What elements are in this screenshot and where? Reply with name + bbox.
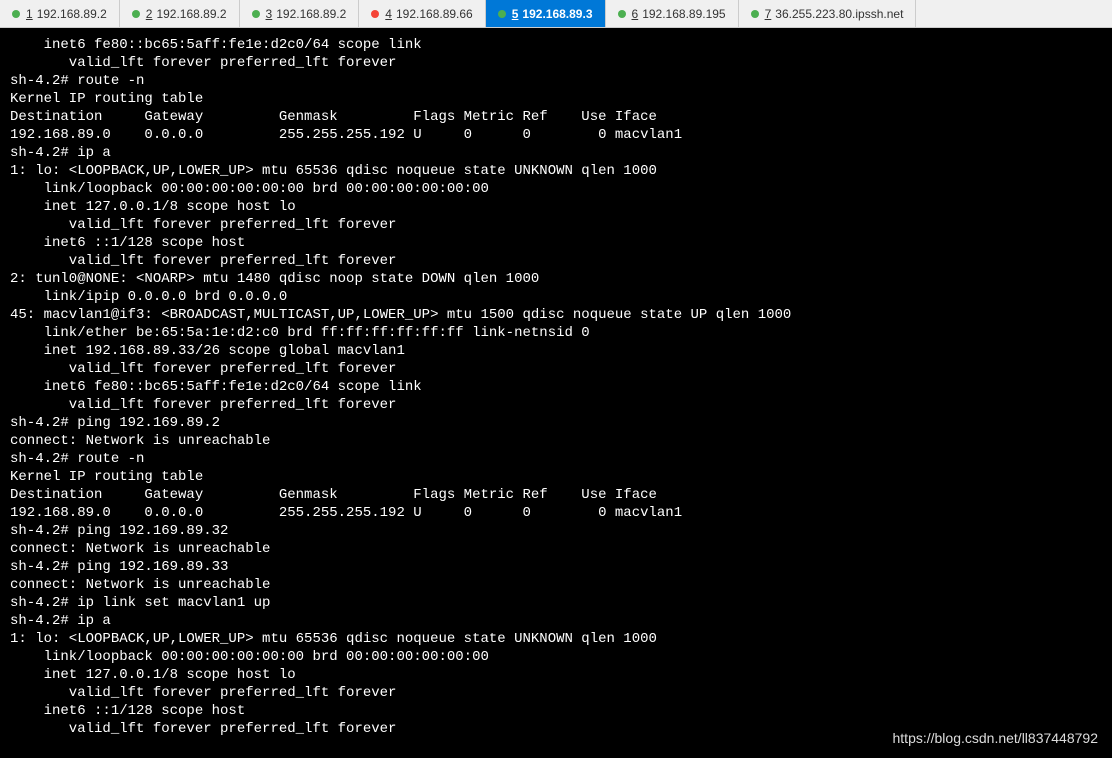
tab-label: 192.168.89.2	[276, 7, 346, 21]
tab-number: 4	[385, 7, 392, 21]
tab-label: 36.255.223.80.ipssh.net	[775, 7, 903, 21]
status-dot-icon	[498, 10, 506, 18]
terminal-output[interactable]: inet6 fe80::bc65:5aff:fe1e:d2c0/64 scope…	[0, 28, 1112, 758]
tab-label: 192.168.89.66	[396, 7, 473, 21]
status-dot-icon	[371, 10, 379, 18]
tab-7[interactable]: 736.255.223.80.ipssh.net	[739, 0, 917, 27]
tab-3[interactable]: 3192.168.89.2	[240, 0, 360, 27]
tab-label: 192.168.89.2	[156, 7, 226, 21]
tab-number: 5	[512, 7, 519, 21]
tab-4[interactable]: 4 192.168.89.66	[359, 0, 485, 27]
status-dot-icon	[12, 10, 20, 18]
tab-6[interactable]: 6192.168.89.195	[606, 0, 739, 27]
tab-number: 6	[632, 7, 639, 21]
tab-number: 2	[146, 7, 153, 21]
tab-2[interactable]: 2192.168.89.2	[120, 0, 240, 27]
tab-number: 1	[26, 7, 33, 21]
tab-label: 192.168.89.3	[522, 7, 592, 21]
status-dot-icon	[132, 10, 140, 18]
watermark-text: https://blog.csdn.net/ll837448792	[893, 730, 1099, 746]
tab-number: 3	[266, 7, 273, 21]
tab-5[interactable]: 5192.168.89.3	[486, 0, 606, 27]
tab-label: 192.168.89.2	[37, 7, 107, 21]
tab-bar: 1192.168.89.22192.168.89.23192.168.89.24…	[0, 0, 1112, 28]
status-dot-icon	[252, 10, 260, 18]
status-dot-icon	[751, 10, 759, 18]
tab-label: 192.168.89.195	[642, 7, 725, 21]
tab-1[interactable]: 1 192.168.89.2	[0, 0, 120, 27]
status-dot-icon	[618, 10, 626, 18]
tab-number: 7	[765, 7, 772, 21]
